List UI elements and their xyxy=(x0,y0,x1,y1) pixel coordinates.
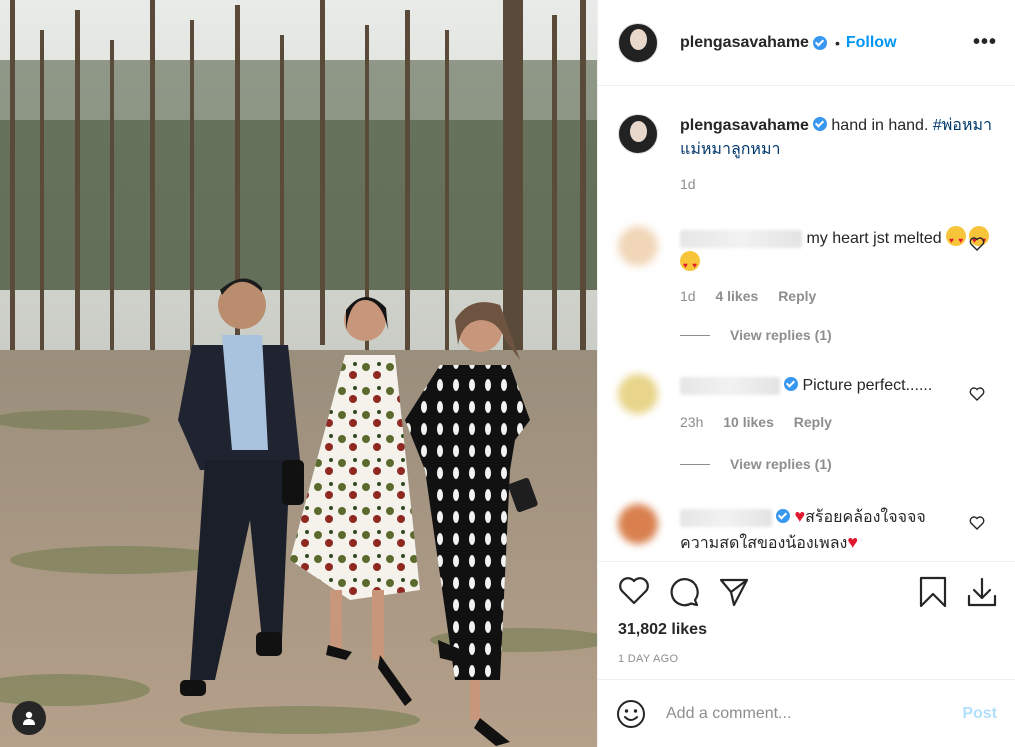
replies-divider xyxy=(680,334,710,336)
share-paper-plane-icon[interactable] xyxy=(718,576,750,608)
emoji-picker-icon[interactable] xyxy=(616,699,646,729)
tagged-users-button[interactable] xyxy=(12,701,46,735)
commenter-avatar[interactable] xyxy=(618,226,658,266)
comment-likes[interactable]: 4 likes xyxy=(715,288,758,304)
add-comment-bar: Post xyxy=(598,679,1015,747)
comment-likes[interactable]: 10 likes xyxy=(723,414,774,430)
comment-text: Picture perfect...... xyxy=(802,377,933,394)
post-photo[interactable] xyxy=(0,0,597,747)
like-comment-heart-icon[interactable] xyxy=(969,237,985,251)
red-heart-emoji-icon: ♥ xyxy=(794,506,806,526)
commenter-username-blurred[interactable] xyxy=(680,508,772,527)
separator-dot: • xyxy=(834,34,840,51)
like-heart-icon[interactable] xyxy=(618,576,650,606)
caption-text: hand in hand. xyxy=(831,117,929,134)
like-comment-heart-icon[interactable] xyxy=(969,516,985,530)
post-sidebar: plengasavahame • Follow ••• plengasavaha… xyxy=(597,0,1015,747)
view-replies-button[interactable]: View replies (1) xyxy=(680,327,832,343)
comment-item: ♥สร้อยคล้องใจจจจ ความสดใสของน้องเพลง♥ xyxy=(618,504,999,556)
author-avatar[interactable] xyxy=(618,22,658,63)
more-options-icon[interactable]: ••• xyxy=(973,31,997,54)
comment-text-line1: สร้อยคล้องใจจจจ xyxy=(805,509,926,526)
author-username[interactable]: plengasavahame xyxy=(680,34,809,52)
reply-button[interactable]: Reply xyxy=(778,288,816,304)
bookmark-icon[interactable] xyxy=(918,576,948,608)
verified-badge-icon xyxy=(784,377,798,391)
star-struck-emoji-icon xyxy=(680,251,700,278)
like-comment-heart-icon[interactable] xyxy=(969,387,985,401)
comment-text-line2: ความสดใสของน้องเพลง xyxy=(680,535,848,552)
view-replies-label: View replies (1) xyxy=(730,456,832,472)
comment-bubble-icon[interactable] xyxy=(668,576,700,608)
follow-button[interactable]: Follow xyxy=(846,34,897,52)
view-replies-label: View replies (1) xyxy=(730,327,832,343)
reply-button[interactable]: Reply xyxy=(794,414,832,430)
commenter-username-blurred[interactable] xyxy=(680,376,780,395)
red-heart-emoji-icon: ♥ xyxy=(847,532,858,552)
likes-count[interactable]: 31,802 likes xyxy=(618,621,707,639)
comment-input[interactable] xyxy=(666,704,963,723)
post-header: plengasavahame • Follow ••• xyxy=(598,0,1015,86)
post-actions: 31,802 likes 1 DAY AGO xyxy=(598,561,1015,679)
post-timestamp[interactable]: 1 DAY AGO xyxy=(618,653,678,665)
verified-badge-icon xyxy=(776,509,790,523)
commenter-avatar[interactable] xyxy=(618,504,658,544)
caption-username[interactable]: plengasavahame xyxy=(680,117,809,134)
post-caption: plengasavahame hand in hand. #พ่อหมาแม่ห… xyxy=(618,114,999,196)
view-replies-button[interactable]: View replies (1) xyxy=(680,456,832,472)
comment-time[interactable]: 1d xyxy=(680,288,696,304)
download-icon[interactable] xyxy=(966,576,998,608)
comment-item: Picture perfect...... 23h 10 likes Reply xyxy=(618,374,999,434)
verified-badge-icon xyxy=(812,117,827,131)
caption-avatar[interactable] xyxy=(618,114,658,154)
comments-list[interactable]: plengasavahame hand in hand. #พ่อหมาแม่ห… xyxy=(598,86,1015,561)
star-struck-emoji-icon xyxy=(946,226,967,253)
caption-time[interactable]: 1d xyxy=(680,172,999,196)
post-comment-button[interactable]: Post xyxy=(962,705,997,723)
comment-time[interactable]: 23h xyxy=(680,414,703,430)
commenter-avatar[interactable] xyxy=(618,374,658,414)
verified-badge-icon xyxy=(812,35,827,50)
comment-item: my heart jst melted 1d 4 likes Reply xyxy=(618,226,999,308)
commenter-username-blurred[interactable] xyxy=(680,229,802,248)
replies-divider xyxy=(680,463,710,465)
user-icon xyxy=(23,711,35,725)
comment-text: my heart jst melted xyxy=(806,230,942,247)
